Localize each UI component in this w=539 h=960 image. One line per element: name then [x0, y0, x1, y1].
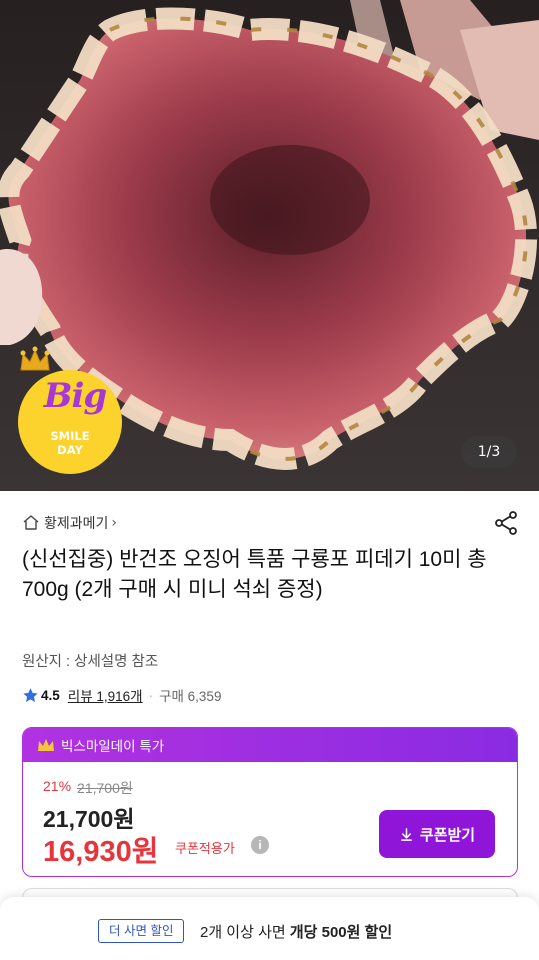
badge-day-text: DAY: [57, 443, 83, 457]
rating-score: 4.5: [41, 687, 60, 703]
original-price: 21,700원: [77, 780, 133, 796]
bottom-promo-bar[interactable]: 더 사면 할인 2개 이상 사면 개당 500원 할인: [0, 897, 539, 960]
bulk-discount-text-normal: 2개 이상 사면: [200, 924, 290, 941]
store-link[interactable]: 황제과메기 ›: [22, 513, 117, 533]
crown-icon: [20, 346, 50, 371]
origin-info: 원산지 : 상세설명 참조: [22, 654, 159, 670]
star-icon: [23, 687, 38, 702]
separator: ·: [148, 687, 154, 703]
purchase-count: 구매 6,359: [159, 689, 222, 704]
product-title: (신선집중) 반건조 오징어 특품 구룡포 피데기 10미 총 700g (2개…: [22, 548, 487, 601]
get-coupon-button[interactable]: 쿠폰받기: [379, 810, 495, 858]
chevron-right-icon: ›: [111, 515, 118, 531]
bulk-discount-tag: 더 사면 할인: [98, 919, 185, 943]
get-coupon-label: 쿠폰받기: [419, 826, 476, 844]
discount-row: 21% 21,700원: [43, 778, 133, 798]
bulk-discount-text-bold: 개당 500원 할인: [289, 924, 393, 941]
rating-row: 4.5 리뷰 1,916개 · 구매 6,359: [22, 685, 221, 705]
store-name: 황제과메기: [44, 515, 109, 531]
price-box-title: 빅스마일데이 특가: [61, 739, 165, 754]
discount-rate: 21%: [43, 778, 72, 794]
coupon-applied-label: 쿠폰적용가: [175, 841, 235, 856]
share-icon[interactable]: [493, 510, 519, 536]
badge-big-text: Big: [43, 376, 107, 416]
price-box-header: 빅스마일데이 특가: [23, 728, 517, 762]
big-smile-day-badge: Big SMILE DAY: [18, 346, 126, 474]
price-box: 빅스마일데이 특가 21% 21,700원 21,700원 16,930원 쿠폰…: [22, 727, 518, 877]
product-image[interactable]: Big SMILE DAY 1/3: [0, 0, 539, 491]
coupon-price: 16,930원: [43, 836, 159, 868]
info-icon[interactable]: i: [251, 836, 269, 854]
bulk-discount-text: 2개 이상 사면 개당 500원 할인: [200, 921, 392, 942]
download-icon: [400, 827, 412, 841]
crown-icon: [38, 739, 54, 751]
review-count-link[interactable]: 리뷰 1,916개: [68, 685, 143, 705]
home-icon: [23, 515, 39, 530]
image-counter: 1/3: [461, 436, 517, 468]
badge-smile-text: SMILE: [50, 429, 90, 443]
